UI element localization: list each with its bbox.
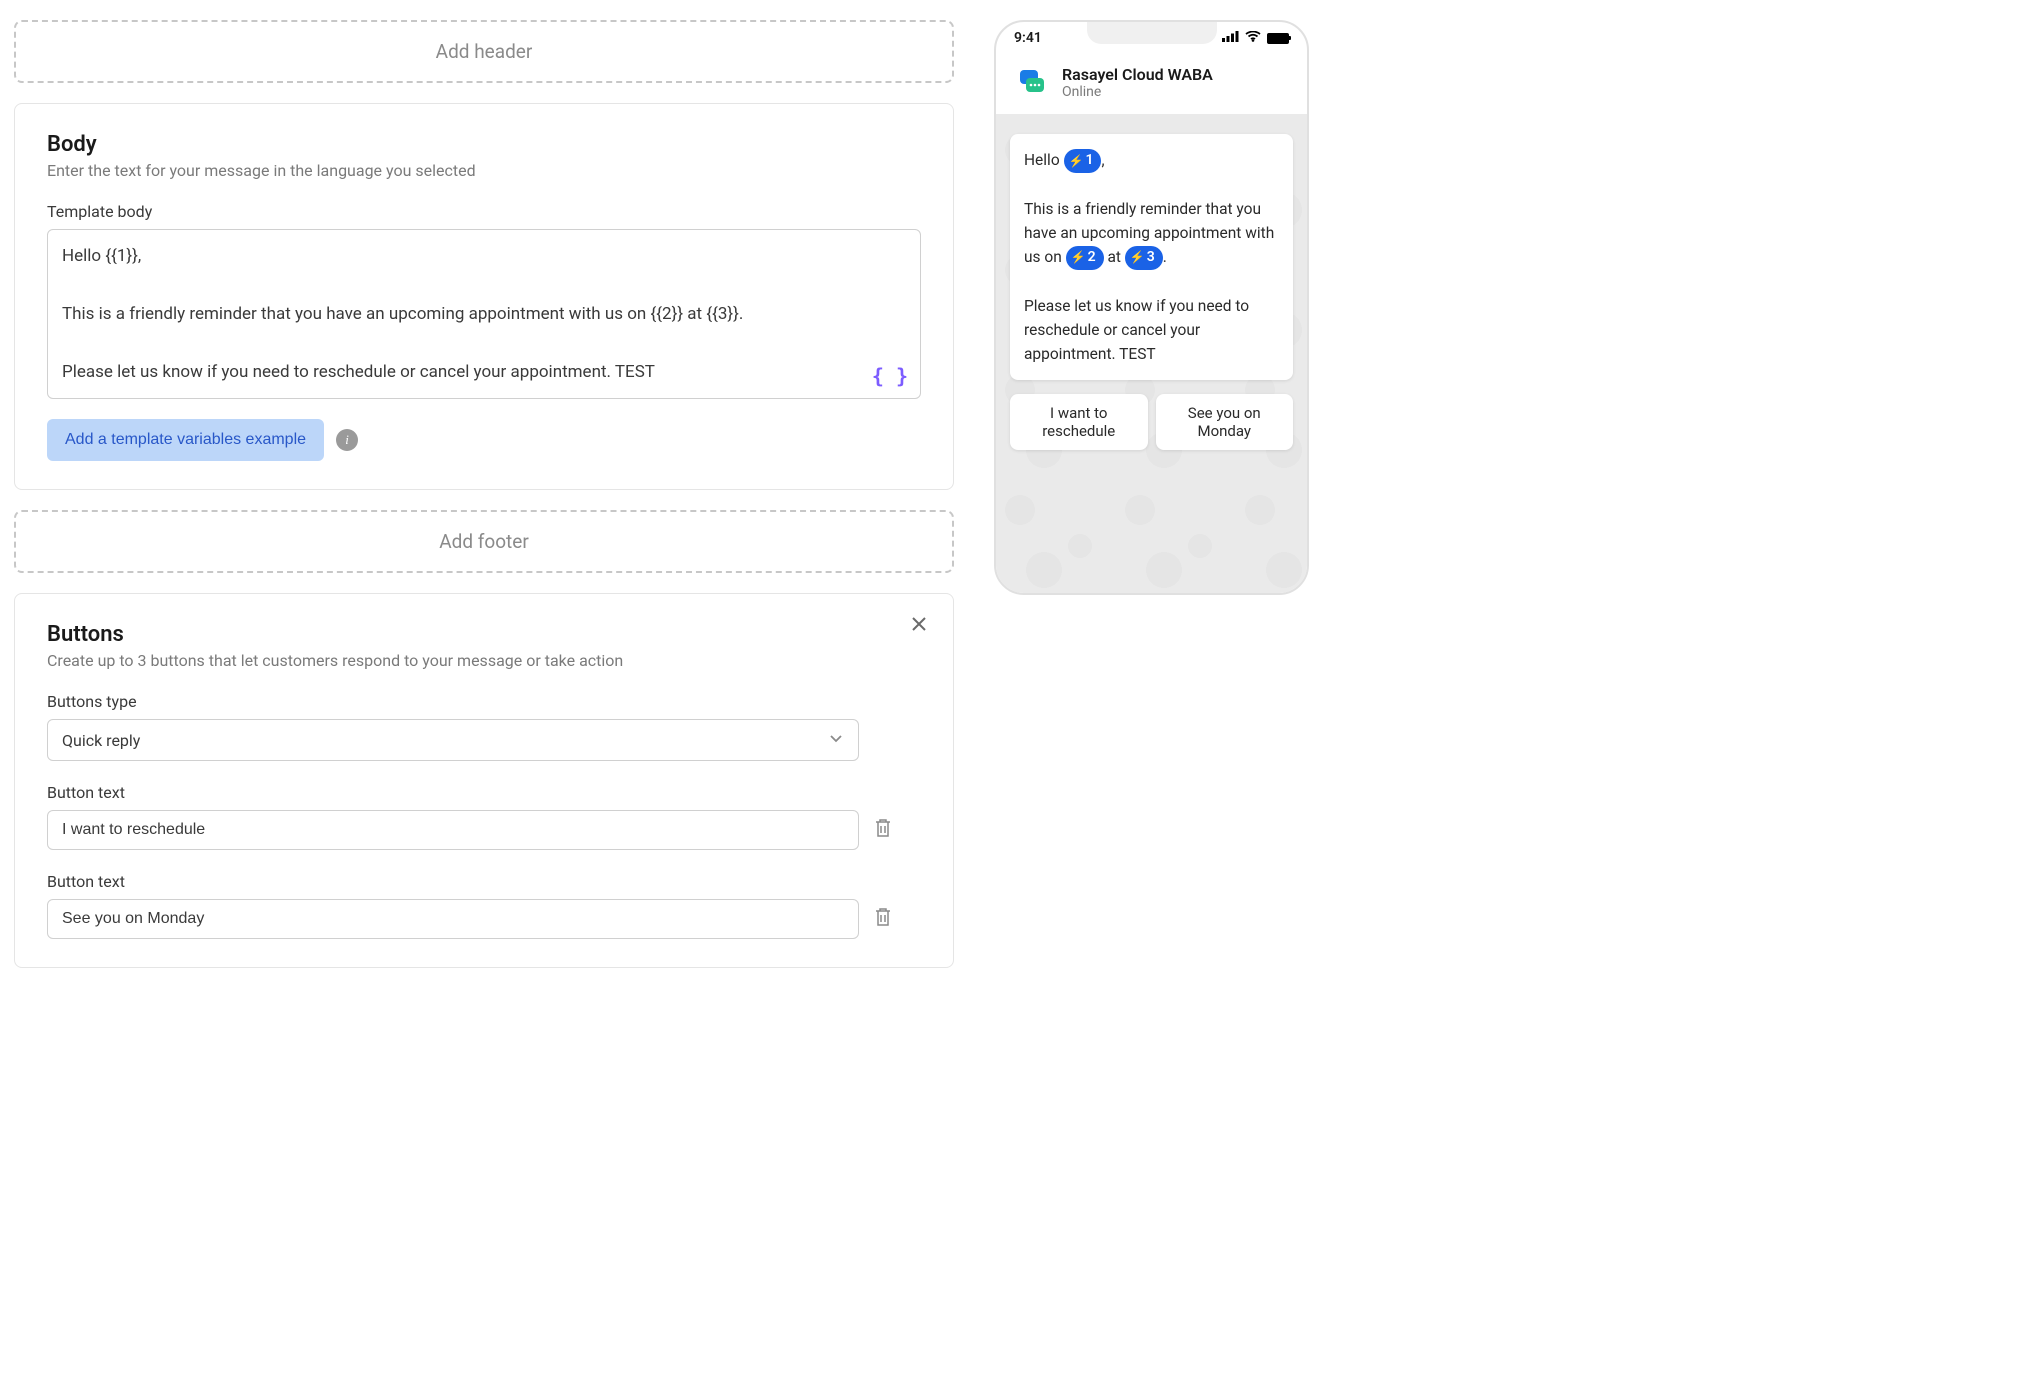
body-title: Body — [47, 132, 921, 157]
variable-pill-1: ⚡1 — [1064, 149, 1102, 173]
wifi-icon — [1245, 30, 1261, 46]
msg-text: . — [1163, 248, 1167, 266]
body-subtitle: Enter the text for your message in the l… — [47, 161, 921, 180]
buttons-type-value: Quick reply — [62, 731, 140, 750]
add-footer-button[interactable]: Add footer — [14, 510, 954, 573]
button-text-input-1[interactable] — [47, 810, 859, 850]
button-text-label-2: Button text — [47, 872, 921, 891]
phone-notch — [1087, 22, 1217, 44]
close-icon[interactable] — [909, 614, 929, 638]
app-icon — [1014, 64, 1050, 100]
buttons-card: Buttons Create up to 3 buttons that let … — [14, 593, 954, 968]
template-body-wrapper: Hello {{1}}, This is a friendly reminder… — [47, 229, 921, 399]
chat-background: Hello ⚡1, This is a friendly reminder th… — [996, 114, 1307, 595]
bolt-icon: ⚡ — [1071, 248, 1086, 267]
msg-text: at — [1104, 248, 1125, 266]
status-time: 9:41 — [1014, 30, 1042, 46]
preview-app-status: Online — [1062, 84, 1213, 100]
preview-app-header: Rasayel Cloud WABA Online — [996, 48, 1307, 114]
button-text-input-2[interactable] — [47, 899, 859, 939]
template-body-input[interactable]: Hello {{1}}, This is a friendly reminder… — [62, 242, 906, 386]
variable-pill-3: ⚡3 — [1125, 246, 1163, 270]
bolt-icon: ⚡ — [1069, 152, 1084, 171]
chevron-down-icon — [828, 730, 844, 750]
signal-icon — [1222, 30, 1239, 46]
add-header-label: Add header — [436, 40, 533, 63]
quick-reply-button[interactable]: See you on Monday — [1156, 394, 1294, 450]
template-body-label: Template body — [47, 202, 921, 221]
msg-text: Hello — [1024, 151, 1064, 169]
phone-preview: 9:41 — [994, 20, 1309, 595]
body-card: Body Enter the text for your message in … — [14, 103, 954, 490]
variable-pill-2: ⚡2 — [1066, 246, 1104, 270]
msg-text: , — [1101, 151, 1104, 169]
buttons-type-label: Buttons type — [47, 692, 921, 711]
buttons-subtitle: Create up to 3 buttons that let customer… — [47, 651, 921, 670]
buttons-type-select[interactable]: Quick reply — [47, 719, 859, 761]
buttons-title: Buttons — [47, 622, 921, 647]
add-header-button[interactable]: Add header — [14, 20, 954, 83]
add-footer-label: Add footer — [439, 530, 529, 553]
add-template-vars-button[interactable]: Add a template variables example — [47, 419, 324, 461]
button-text-label-1: Button text — [47, 783, 921, 802]
msg-text: Please let us know if you need to resche… — [1024, 294, 1279, 366]
preview-app-name: Rasayel Cloud WABA — [1062, 65, 1213, 84]
bolt-icon: ⚡ — [1130, 248, 1145, 267]
trash-icon[interactable] — [873, 906, 893, 932]
battery-icon — [1267, 33, 1289, 44]
info-icon[interactable]: i — [336, 429, 358, 451]
trash-icon[interactable] — [873, 817, 893, 843]
quick-reply-button[interactable]: I want to reschedule — [1010, 394, 1148, 450]
message-bubble: Hello ⚡1, This is a friendly reminder th… — [1010, 134, 1293, 380]
variable-braces-icon[interactable]: { } — [872, 364, 908, 388]
